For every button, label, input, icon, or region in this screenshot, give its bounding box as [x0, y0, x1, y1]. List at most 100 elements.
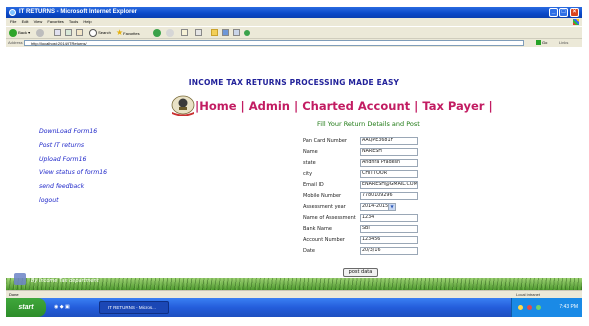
address-bar: Address http://localhost:2014/ITReturns/… [6, 38, 582, 47]
sidebar-item-send-feedback[interactable]: send feedback [39, 180, 107, 194]
research-button[interactable] [233, 28, 240, 37]
edit-icon [222, 29, 229, 37]
go-button[interactable]: Go [536, 40, 550, 46]
field-label: Name [303, 149, 318, 155]
footer-text: By Income Tax department [31, 278, 99, 284]
ie-logo-icon [9, 9, 16, 16]
email-input[interactable]: ENARESH@GMAIL.COM [360, 181, 418, 189]
tray-icon[interactable] [518, 305, 523, 310]
quick-launch-icon[interactable]: ◉ [54, 304, 58, 310]
nav-admin[interactable]: Admin [249, 99, 290, 113]
messenger-icon [244, 29, 250, 36]
sidebar: DownLoad Form16 Post IT returns Upload F… [39, 125, 107, 208]
refresh-button[interactable] [65, 28, 72, 37]
field-label: Mobile Number [303, 193, 342, 199]
menu-favorites[interactable]: Favorites [47, 19, 63, 24]
date-input[interactable]: 20/3/16 [360, 247, 418, 255]
print-icon [195, 29, 202, 37]
start-button[interactable]: start [6, 298, 46, 317]
nav-charted-account[interactable]: Charted Account [302, 99, 410, 113]
window-title: IT RETURNS - Microsoft Internet Explorer [19, 9, 138, 15]
stop-icon [54, 29, 61, 37]
address-label: Address [8, 40, 23, 45]
mail-button[interactable] [181, 28, 188, 37]
post-data-button[interactable]: post data [343, 268, 378, 277]
web-page: INCOME TAX RETURNS PROCESSING MADE EASY … [6, 47, 582, 304]
assessment-name-input[interactable]: 1234 [360, 214, 418, 222]
form-subtitle: Fill Your Return Details and Post [317, 120, 420, 128]
forward-arrow-icon [36, 28, 44, 37]
favorites-button[interactable]: ★Favorites [116, 28, 140, 37]
bank-name-input[interactable]: SBI [360, 225, 418, 233]
close-button[interactable]: × [570, 8, 579, 17]
menu-view[interactable]: View [34, 19, 43, 24]
stop-button[interactable] [54, 28, 61, 37]
tray-icon[interactable] [527, 305, 532, 310]
clock: 7:43 PM [559, 304, 578, 310]
go-arrow-icon [536, 40, 541, 46]
title-bar: IT RETURNS - Microsoft Internet Explorer… [6, 7, 582, 18]
main-nav: |Home | Admin | Charted Account | Tax Pa… [195, 99, 493, 113]
tray-icon[interactable] [536, 305, 541, 310]
mascot-logo-icon [14, 273, 26, 285]
edit-button[interactable] [222, 28, 229, 37]
nav-tax-payer[interactable]: Tax Payer [422, 99, 484, 113]
quick-launch-icon[interactable]: ▣ [65, 304, 70, 310]
history-button[interactable] [166, 28, 174, 37]
maximize-button[interactable]: □ [559, 8, 568, 17]
minimize-button[interactable]: _ [549, 8, 558, 17]
field-label: state [303, 160, 316, 166]
page-title: INCOME TAX RETURNS PROCESSING MADE EASY [188, 78, 400, 87]
field-label: Bank Name [303, 226, 332, 232]
quick-launch-icon[interactable]: ◆ [60, 304, 64, 310]
sidebar-item-upload-form16[interactable]: Upload Form16 [39, 153, 107, 167]
messenger-button[interactable] [244, 28, 250, 37]
city-input[interactable]: CHITTOOR [360, 170, 418, 178]
system-tray: 7:43 PM [511, 298, 582, 317]
field-label: Name of Assessment [303, 215, 356, 221]
home-button[interactable] [76, 28, 83, 37]
taskbar: start ◉ ◆ ▣ IT RETURNS - Micros... 7:43 … [6, 298, 582, 317]
home-icon [76, 29, 83, 37]
name-input[interactable]: NARESH [360, 148, 418, 156]
back-arrow-icon [9, 28, 17, 37]
menu-help[interactable]: Help [83, 19, 91, 24]
sidebar-item-download-form16[interactable]: DownLoad Form16 [39, 125, 107, 139]
menu-file[interactable]: File [10, 19, 16, 24]
address-input[interactable]: http://localhost:2014/ITReturns/ [24, 40, 524, 46]
research-icon [233, 29, 240, 37]
pan-card-input[interactable]: AAQPE3681F [360, 137, 418, 145]
account-number-input[interactable]: 123456 [360, 236, 418, 244]
menu-tools[interactable]: Tools [69, 19, 78, 24]
assessment-year-select[interactable]: 2014-2015 ▼ [360, 203, 396, 211]
media-button[interactable] [153, 28, 161, 37]
field-label: Account Number [303, 237, 345, 243]
sidebar-item-logout[interactable]: logout [39, 194, 107, 208]
sidebar-item-post-it-returns[interactable]: Post IT returns [39, 139, 107, 153]
field-label: Email ID [303, 182, 324, 188]
search-button[interactable]: Search [89, 28, 111, 37]
chevron-down-icon: ▼ [388, 204, 395, 210]
media-icon [153, 28, 161, 37]
folder-button[interactable] [211, 28, 218, 37]
history-icon [166, 28, 174, 37]
mail-icon [181, 29, 188, 37]
nav-home[interactable]: Home [199, 99, 236, 113]
field-label: Pan Card Number [303, 138, 347, 144]
field-label: Date [303, 248, 315, 254]
links-button[interactable]: Links [559, 39, 568, 47]
menu-bar: File Edit View Favorites Tools Help [6, 18, 582, 26]
field-label: city [303, 171, 313, 177]
print-button[interactable] [195, 28, 202, 37]
forward-button[interactable] [36, 28, 44, 37]
sidebar-item-view-status[interactable]: View status of form16 [39, 166, 107, 180]
state-input[interactable]: Andhra Pradesh [360, 159, 418, 167]
refresh-icon [65, 29, 72, 37]
taskbar-task-ie[interactable]: IT RETURNS - Micros... [99, 301, 169, 314]
windows-logo-icon [573, 19, 579, 25]
mobile-input[interactable]: 7780109296 [360, 192, 418, 200]
menu-edit[interactable]: Edit [22, 19, 29, 24]
emblem-logo-icon [171, 95, 195, 116]
back-button[interactable]: Back ▾ [9, 28, 30, 37]
field-label: Assessment year [303, 204, 346, 210]
